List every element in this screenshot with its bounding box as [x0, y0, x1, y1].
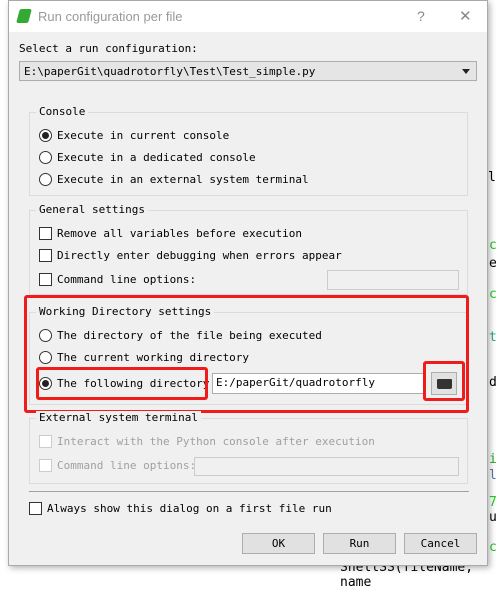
radio-dedicated-console[interactable] — [39, 151, 52, 164]
cmd-options-checkbox[interactable] — [39, 273, 52, 286]
dialog-title: Run configuration per file — [38, 9, 183, 24]
interact-label[interactable]: Interact with the Python console after e… — [57, 435, 375, 449]
highlight-browse — [423, 361, 465, 401]
debug-label[interactable]: Directly enter debugging when errors app… — [57, 249, 342, 263]
interact-checkbox[interactable] — [39, 435, 52, 448]
cancel-button[interactable]: Cancel — [404, 533, 477, 554]
separator — [29, 491, 469, 492]
close-button[interactable]: ✕ — [459, 7, 472, 25]
config-select[interactable]: E:\paperGit\quadrotorfly\Test\Test_simpl… — [19, 61, 477, 81]
config-select-value: E:\paperGit\quadrotorfly\Test\Test_simpl… — [24, 65, 316, 78]
remove-vars-label[interactable]: Remove all variables before execution — [57, 227, 302, 241]
general-title: General settings — [36, 203, 148, 216]
select-config-label: Select a run configuration: — [19, 42, 198, 55]
remove-vars-checkbox[interactable] — [39, 227, 52, 240]
debug-checkbox[interactable] — [39, 249, 52, 262]
external-cmd-checkbox[interactable] — [39, 459, 52, 472]
ok-button[interactable]: OK — [242, 533, 315, 554]
always-show-label[interactable]: Always show this dialog on a first file … — [47, 502, 332, 516]
radio-dedicated-console-label[interactable]: Execute in a dedicated console — [57, 151, 256, 165]
external-cmd-input[interactable] — [194, 457, 459, 476]
external-title: External system terminal — [36, 411, 201, 424]
always-show-checkbox[interactable] — [29, 502, 42, 515]
radio-external-terminal-label[interactable]: Execute in an external system terminal — [57, 173, 309, 187]
radio-current-console-label[interactable]: Execute in current console — [57, 129, 229, 143]
external-cmd-label[interactable]: Command line options: — [57, 459, 196, 473]
highlight-following-directory — [36, 367, 208, 400]
run-button[interactable]: Run — [323, 533, 396, 554]
spyder-run-icon — [16, 9, 32, 23]
radio-external-terminal[interactable] — [39, 173, 52, 186]
cmd-options-label[interactable]: Command line options: — [57, 273, 196, 287]
title-bar: Run configuration per file ? ✕ — [9, 1, 487, 32]
help-button[interactable]: ? — [417, 8, 425, 24]
run-config-dialog: Run configuration per file ? ✕ Select a … — [8, 0, 488, 566]
cmd-options-input[interactable] — [327, 270, 459, 290]
console-title: Console — [36, 105, 89, 118]
chevron-down-icon — [462, 69, 470, 74]
radio-current-console[interactable] — [39, 129, 52, 142]
